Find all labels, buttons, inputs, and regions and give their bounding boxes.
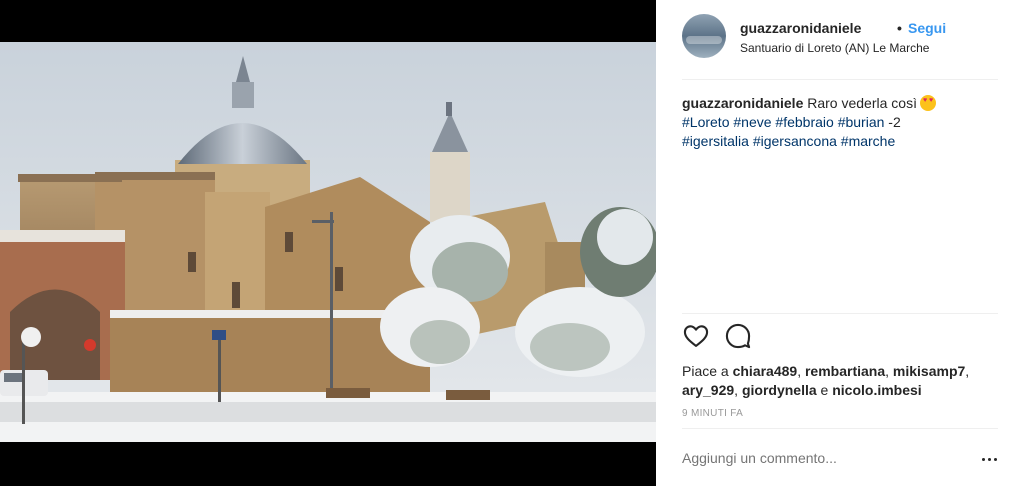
caption-username[interactable]: guazzaronidaniele xyxy=(682,95,803,111)
liker-rembartiana[interactable]: rembartiana xyxy=(805,363,885,379)
separator-dot: • xyxy=(897,20,902,36)
post-location[interactable]: Santuario di Loreto (AN) Le Marche xyxy=(740,41,929,55)
basilica-snow-photo xyxy=(0,42,656,442)
post-actions xyxy=(682,322,882,354)
divider xyxy=(682,313,998,314)
post-details-panel: guazzaronidaniele • Segui Santuario di L… xyxy=(656,0,1023,486)
hashtag-neve[interactable]: #neve xyxy=(733,114,771,130)
heart-icon[interactable] xyxy=(682,322,712,352)
liker-giordynella[interactable]: giordynella xyxy=(742,382,817,398)
post-caption: guazzaronidaniele Raro vederla così #Lor… xyxy=(682,94,992,151)
hashtag-febbraio[interactable]: #febbraio xyxy=(775,114,833,130)
heart-eyes-emoji-icon xyxy=(919,95,936,111)
hashtag-marche[interactable]: #marche xyxy=(841,133,895,149)
hashtag-loreto[interactable]: #Loreto xyxy=(682,114,729,130)
liker-mikisamp7[interactable]: mikisamp7 xyxy=(893,363,965,379)
caption-temperature: -2 xyxy=(888,114,901,130)
divider xyxy=(682,428,998,429)
more-options-icon[interactable] xyxy=(980,452,1000,466)
post-header: guazzaronidaniele • Segui Santuario di L… xyxy=(682,14,998,64)
post-username[interactable]: guazzaronidaniele xyxy=(740,20,861,36)
caption-text: Raro vederla così xyxy=(807,95,917,111)
likes-prefix: Piace a xyxy=(682,363,729,379)
comment-icon[interactable] xyxy=(724,322,754,352)
post-timestamp[interactable]: 9 MINUTI FA xyxy=(682,408,743,419)
hashtag-igersancona[interactable]: #igersancona xyxy=(753,133,837,149)
divider xyxy=(682,79,998,80)
likes-conjunction: e xyxy=(820,382,829,398)
avatar[interactable] xyxy=(682,14,726,58)
hashtag-igersitalia[interactable]: #igersitalia xyxy=(682,133,749,149)
post-photo[interactable] xyxy=(0,42,656,442)
comment-input[interactable] xyxy=(682,450,952,466)
likes-summary: Piace a chiara489, rembartiana, mikisamp… xyxy=(682,363,970,398)
follow-button[interactable]: Segui xyxy=(908,20,946,36)
hashtag-burian[interactable]: #burian xyxy=(838,114,885,130)
liker-nicolo-imbesi[interactable]: nicolo.imbesi xyxy=(832,382,921,398)
post-media xyxy=(0,0,656,486)
liker-chiara489[interactable]: chiara489 xyxy=(733,363,798,379)
liker-ary_929[interactable]: ary_929 xyxy=(682,382,734,398)
